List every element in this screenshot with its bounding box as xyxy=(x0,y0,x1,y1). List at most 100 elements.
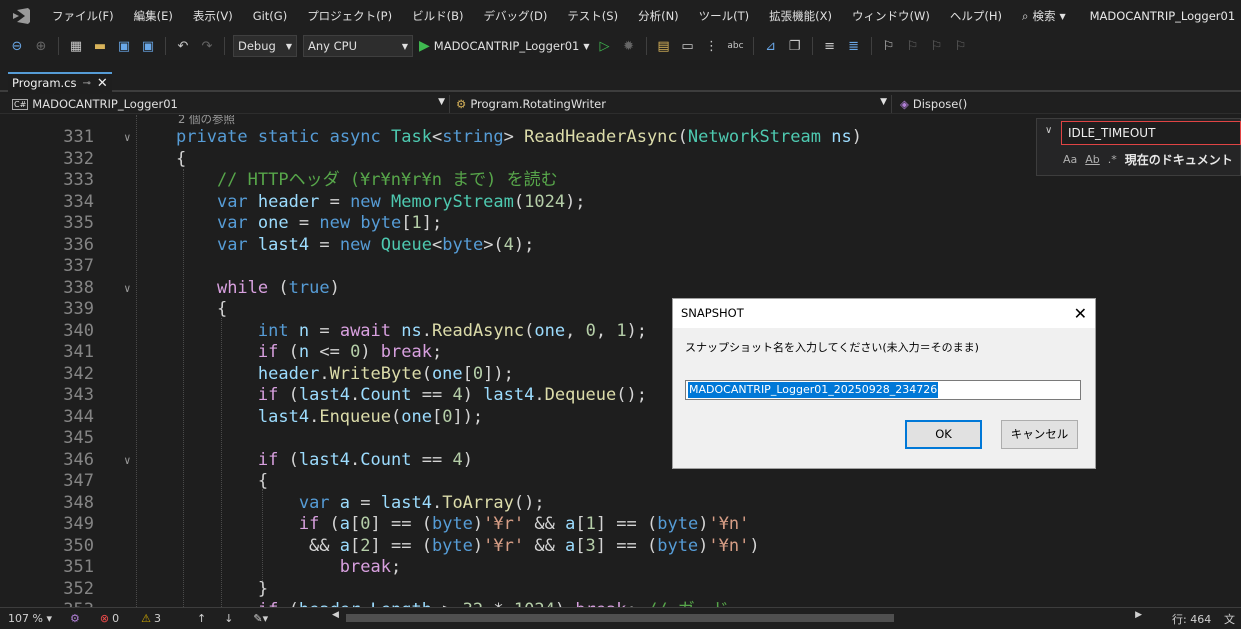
layout-icon[interactable]: ▭ xyxy=(679,37,697,55)
regex-icon[interactable]: .* xyxy=(1108,153,1117,166)
find-scope[interactable]: 現在のドキュメント xyxy=(1125,151,1233,168)
snapshot-name-input[interactable]: MADOCANTRIP_Logger01_20250928_234726 xyxy=(685,380,1081,400)
breakpoint-icon[interactable]: ⊿ xyxy=(762,37,780,55)
code-text: if (a[0] == (byte)'¥r' && a[1] == (byte)… xyxy=(298,514,750,534)
copilot-icon[interactable]: ⚙ xyxy=(70,612,80,625)
code-line: 336 var last4 = new Queue<byte>(4); xyxy=(0,235,1241,257)
next-issue-icon[interactable]: ↓ xyxy=(224,612,233,625)
errors-indicator[interactable]: ⊗ 0 xyxy=(100,612,119,625)
menu-tools[interactable]: ツール(T) xyxy=(689,0,760,32)
line-number: 340 xyxy=(63,320,94,341)
member-select[interactable]: ◈ Dispose() xyxy=(896,95,1241,113)
close-icon[interactable]: ✕ xyxy=(1074,299,1087,328)
menu-git[interactable]: Git(G) xyxy=(243,0,298,32)
save-icon[interactable]: ▣ xyxy=(115,37,133,55)
menu-window[interactable]: ウィンドウ(W) xyxy=(842,0,940,32)
error-count: 0 xyxy=(112,612,120,625)
references-codelens[interactable]: 2 個の参照 xyxy=(178,115,235,127)
line-number: 338 xyxy=(63,277,94,298)
open-folder-icon[interactable]: ▬ xyxy=(91,37,109,55)
start-without-debugging-icon[interactable]: ▷ xyxy=(596,37,614,55)
clear-bookmarks-icon[interactable]: ⚐ xyxy=(952,37,970,55)
match-case-icon[interactable]: Aa xyxy=(1063,153,1077,166)
save-all-icon[interactable]: ▣ xyxy=(139,37,157,55)
line-number: 343 xyxy=(63,385,94,405)
menu-file[interactable]: ファイル(F) xyxy=(42,0,124,32)
forward-icon[interactable]: ⊕ xyxy=(32,37,50,55)
code-line: 338 ∨ while (true) xyxy=(0,278,1241,300)
undo-icon[interactable]: ↶ xyxy=(174,37,192,55)
line-number: 333 xyxy=(63,170,94,190)
menu-analyze[interactable]: 分析(N) xyxy=(628,0,689,32)
menu-view[interactable]: 表示(V) xyxy=(183,0,243,32)
line-number: 341 xyxy=(63,342,94,362)
outdent-icon[interactable]: ≡ xyxy=(821,37,839,55)
project-select[interactable]: C# MADOCANTRIP_Logger01 ▼ xyxy=(8,95,450,113)
menu-build[interactable]: ビルド(B) xyxy=(402,0,473,32)
class-value: Program.RotatingWriter xyxy=(470,97,606,111)
scrollbar-thumb[interactable] xyxy=(346,614,894,622)
next-bookmark-icon[interactable]: ⚐ xyxy=(928,37,946,55)
code-text: var one = new byte[1]; xyxy=(216,213,443,233)
prev-issue-icon[interactable]: ↑ xyxy=(197,612,206,625)
ok-button[interactable]: OK xyxy=(905,420,982,449)
tab-program-cs[interactable]: Program.cs ⊸ ✕ xyxy=(8,72,112,92)
spell-check-icon[interactable]: abc xyxy=(727,37,745,55)
horizontal-scrollbar[interactable]: ◀ ▶ xyxy=(332,610,1142,622)
indent-icon[interactable]: ≣ xyxy=(845,37,863,55)
line-number: 344 xyxy=(63,406,94,427)
redo-icon[interactable]: ↷ xyxy=(198,37,216,55)
menu-help[interactable]: ヘルプ(H) xyxy=(940,0,1012,32)
close-icon[interactable]: ✕ xyxy=(97,76,108,91)
copy-icon[interactable]: ❐ xyxy=(786,37,804,55)
search-label: 検索 xyxy=(1032,9,1056,23)
search-button[interactable]: ⌕ 検索 ▼ xyxy=(1012,0,1076,32)
bookmark-icon[interactable]: ⚐ xyxy=(880,37,898,55)
menu-edit[interactable]: 編集(E) xyxy=(124,0,183,32)
solution-explorer-icon[interactable]: ▤ xyxy=(655,37,673,55)
toolbar-separator xyxy=(811,37,813,55)
line-number: 353 xyxy=(20,600,94,607)
menu-extensions[interactable]: 拡張機能(X) xyxy=(759,0,842,32)
line-position[interactable]: 行: 464 xyxy=(1172,611,1211,627)
method-icon: ◈ xyxy=(900,97,909,111)
line-number: 334 xyxy=(63,191,94,212)
pin-icon[interactable]: ⊸ xyxy=(83,78,91,89)
line-number: 348 xyxy=(63,492,94,513)
warnings-indicator[interactable]: ⚠ 3 xyxy=(141,612,161,625)
scroll-right-icon[interactable]: ▶ xyxy=(1135,610,1142,620)
expand-replace-icon[interactable]: ∨ xyxy=(1045,125,1052,136)
code-cleanup-icon[interactable]: ✎▾ xyxy=(253,612,268,625)
code-line: 337 xyxy=(0,256,1241,278)
class-select[interactable]: ⚙ Program.RotatingWriter ▼ xyxy=(452,95,892,113)
new-project-icon[interactable]: ▦ xyxy=(67,37,85,55)
match-whole-word-icon[interactable]: Ab xyxy=(1085,153,1100,166)
fold-chevron-icon[interactable]: ∨ xyxy=(124,127,131,149)
chevron-down-icon: ▼ xyxy=(1059,11,1066,21)
hot-reload-icon[interactable]: ✹ xyxy=(620,37,638,55)
platform-select[interactable]: Any CPU ▼ xyxy=(303,35,413,57)
code-line: 351 break; xyxy=(0,557,1241,579)
start-debugging-button[interactable]: ▶ MADOCANTRIP_Logger01 ▼ xyxy=(419,38,590,54)
find-input[interactable]: IDLE_TIMEOUT xyxy=(1061,121,1241,145)
prev-bookmark-icon[interactable]: ⚐ xyxy=(904,37,922,55)
code-line: 352 } xyxy=(0,579,1241,601)
fold-chevron-icon[interactable]: ∨ xyxy=(124,450,131,472)
menu-test[interactable]: テスト(S) xyxy=(557,0,628,32)
fold-chevron-icon[interactable]: ∨ xyxy=(124,278,131,300)
toolbar-separator xyxy=(645,37,647,55)
configuration-select[interactable]: Debug ▼ xyxy=(233,35,297,57)
line-number: 347 xyxy=(63,471,94,491)
encoding-indicator[interactable]: 文字 xyxy=(1224,611,1241,629)
menu-project[interactable]: プロジェクト(P) xyxy=(297,0,402,32)
search-icon: ⌕ xyxy=(1022,8,1029,23)
zoom-select[interactable]: 107 % ▾ xyxy=(0,612,70,625)
line-number: 342 xyxy=(63,363,94,384)
back-icon[interactable]: ⊖ xyxy=(8,37,26,55)
menu-debug[interactable]: デバッグ(D) xyxy=(473,0,557,32)
warning-count: 3 xyxy=(153,612,161,625)
cancel-button[interactable]: キャンセル xyxy=(1001,420,1078,449)
visual-studio-logo-icon[interactable] xyxy=(0,0,42,32)
scroll-left-icon[interactable]: ◀ xyxy=(332,610,339,620)
toolbox-icon[interactable]: ⋮ xyxy=(703,37,721,55)
